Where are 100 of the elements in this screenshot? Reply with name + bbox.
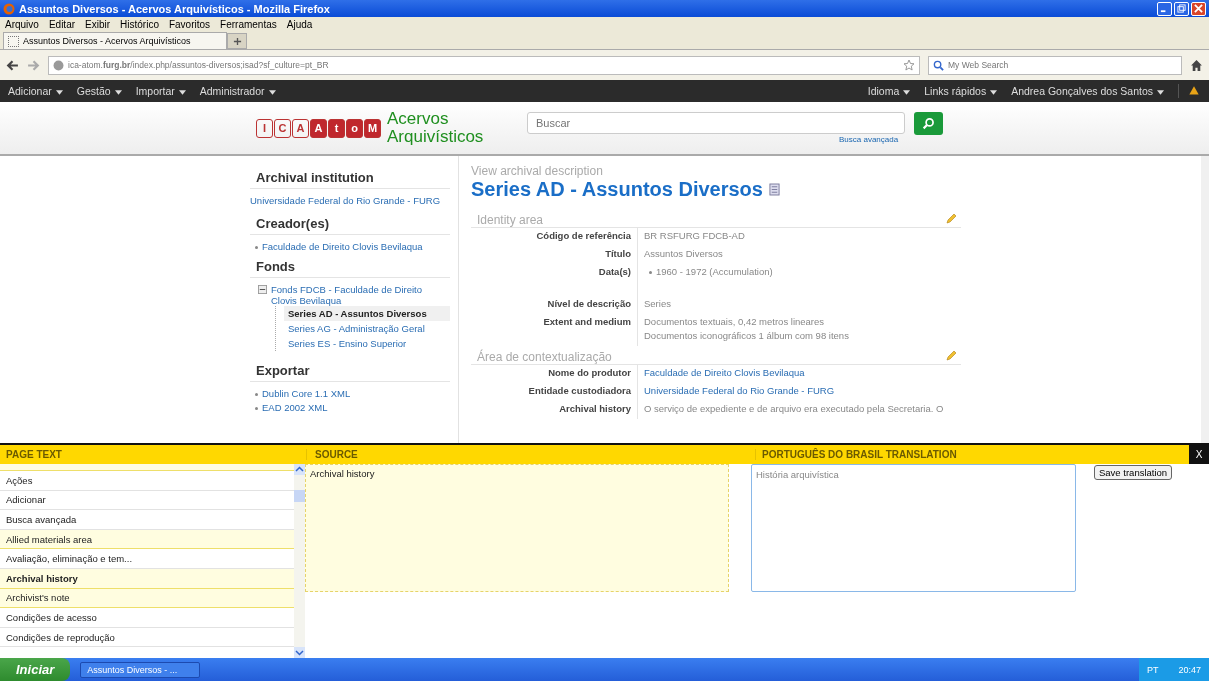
menu-item[interactable]: Ferramentas [220,18,277,30]
back-icon[interactable] [6,58,19,72]
field-value: Documentos textuais, 0,42 metros lineares [644,316,826,327]
area-heading: Identity area [477,213,544,227]
field-label: Extent and medium [471,314,638,346]
tree-item[interactable]: Series AD - Assuntos Diversos [284,306,450,321]
scrollbar-thumb[interactable] [294,490,305,502]
close-icon [1194,4,1203,13]
admin-menu[interactable]: Adicionar [8,85,63,97]
section-heading: Exportar [250,359,450,382]
menu-item[interactable]: Ajuda [286,18,313,30]
star-icon[interactable] [903,59,915,71]
caret-icon [114,89,122,95]
site-name[interactable]: Acervos Arquivísticos [387,110,507,146]
page-text-item[interactable]: Archivist's note [0,588,294,609]
tree-item[interactable]: Series AG - Administração Geral [284,321,450,336]
field-value: BR RSFURG FDCB-AD [644,230,745,241]
caret-icon [178,89,186,95]
pencil-icon[interactable] [945,350,957,362]
menu-item[interactable]: Favoritos [168,18,211,30]
admin-menu[interactable]: Links rápidos [924,85,998,97]
menu-item[interactable]: Histórico [120,18,159,30]
sidebar-link[interactable]: Faculdade de Direito Clovis Bevilaqua [250,241,450,252]
page-text-item[interactable]: Busca avançada [0,510,294,530]
column-header: SOURCE [306,449,755,460]
field-label: Data(s) [471,264,638,296]
tree-item[interactable]: Fonds FDCB - Faculdade de Direito Clovis Bevilaqua [271,284,450,306]
section-heading: Archival institution [250,166,450,189]
section-heading: Fonds [250,255,450,278]
field-label: Archival history [471,401,638,419]
collapse-icon[interactable] [258,285,267,294]
field-link[interactable]: Faculdade de Direito Clovis Bevilaqua [644,367,805,378]
field-link[interactable]: Universidade Federal do Rio Grande - FURG [644,385,835,396]
menu-item[interactable]: Exibir [85,18,111,30]
page-text-item[interactable]: Condições de acesso [0,608,294,628]
logo-letter: C [274,118,291,138]
admin-menu[interactable]: Andrea Gonçalves dos Santos [1011,85,1164,97]
page-title: Series AD - Assuntos Diversos [471,178,763,201]
caret-icon [55,89,63,95]
field-label: Nível de descrição [471,296,638,314]
field-value: Series [644,298,671,309]
pencil-icon[interactable] [945,213,957,225]
field-value: 1960 - 1972 (Accumulation) [644,266,773,277]
taskbar-item[interactable]: Assuntos Diversos - ... [80,661,201,678]
restore-button[interactable] [1174,1,1189,16]
search-icon[interactable] [933,59,944,71]
menu-item[interactable]: Editar [48,18,76,30]
logo-letter: A [292,118,309,138]
sidebar-link[interactable]: EAD 2002 XML [250,402,450,413]
caret-icon [268,89,276,95]
logo-letter: I [256,118,273,138]
web-search-bar[interactable]: My Web Search [928,55,1182,75]
logo-letter: o [346,118,363,138]
page-text-item[interactable]: Adicionar [0,490,294,511]
caret-icon [903,89,911,95]
admin-menu[interactable]: Idioma [867,85,911,97]
plus-icon [232,36,242,46]
page-text-item[interactable]: Archival history [0,568,294,589]
source-text: Archival history [305,464,729,592]
browser-tab[interactable]: Assuntos Diversos - Acervos Arquivísticos [3,32,227,49]
new-tab-button[interactable] [227,33,247,49]
admin-menu[interactable]: Gestão [76,85,122,97]
advanced-search-link[interactable]: Busca avançada [839,135,899,144]
tree-item[interactable]: Series ES - Ensino Superior [284,336,450,351]
scrollbar[interactable] [1201,156,1209,443]
admin-menu[interactable]: Importar [135,85,186,97]
save-translation-button[interactable]: Save translation [1094,465,1173,480]
translation-field[interactable]: História arquivística [751,464,1076,592]
caret-icon [990,89,998,95]
breadcrumb: View archival description [471,164,604,178]
close-button[interactable] [1191,1,1206,16]
search-button[interactable] [914,112,943,135]
logo-letter: M [364,118,381,138]
institution-link[interactable]: Universidade Federal do Rio Grande - FURG [250,195,450,206]
logo[interactable]: I C A A t o M [256,118,381,138]
field-value: Assuntos Diversos [644,248,723,259]
scrollbar[interactable] [294,464,305,658]
scroll-up-icon[interactable] [294,464,305,475]
page-text-item[interactable]: Allied materials area [0,529,294,550]
section-heading: Creador(es) [250,212,450,235]
menu-item[interactable]: Arquivo [5,18,39,30]
home-icon[interactable] [1190,58,1203,72]
book-icon[interactable] [768,183,780,196]
clock: 20:47 [1178,664,1201,675]
admin-menu[interactable]: Administrador [199,85,276,97]
start-button[interactable]: Iniciar [0,658,71,681]
page-text-item[interactable]: Avaliação, eliminação e tem... [0,549,294,569]
sidebar-link[interactable]: Dublin Core 1.1 XML [250,388,450,399]
field-label: Título [471,246,638,264]
page-text-item[interactable]: Condições de reprodução [0,627,294,648]
minimize-button[interactable] [1157,1,1172,16]
close-button[interactable]: X [1189,445,1209,464]
logo-letter: t [328,118,345,138]
search-field[interactable]: Buscar [527,112,905,134]
page-text-item[interactable]: Ações [0,471,294,491]
field-label: Código de referência [471,228,638,246]
address-field[interactable]: ica-atom.furg.br/index.php/assuntos-diversos;isad?sf_culture=pt_BR [48,55,920,75]
restore-icon [1177,4,1186,13]
logo-letter: A [310,118,327,138]
scroll-down-icon[interactable] [294,647,305,658]
